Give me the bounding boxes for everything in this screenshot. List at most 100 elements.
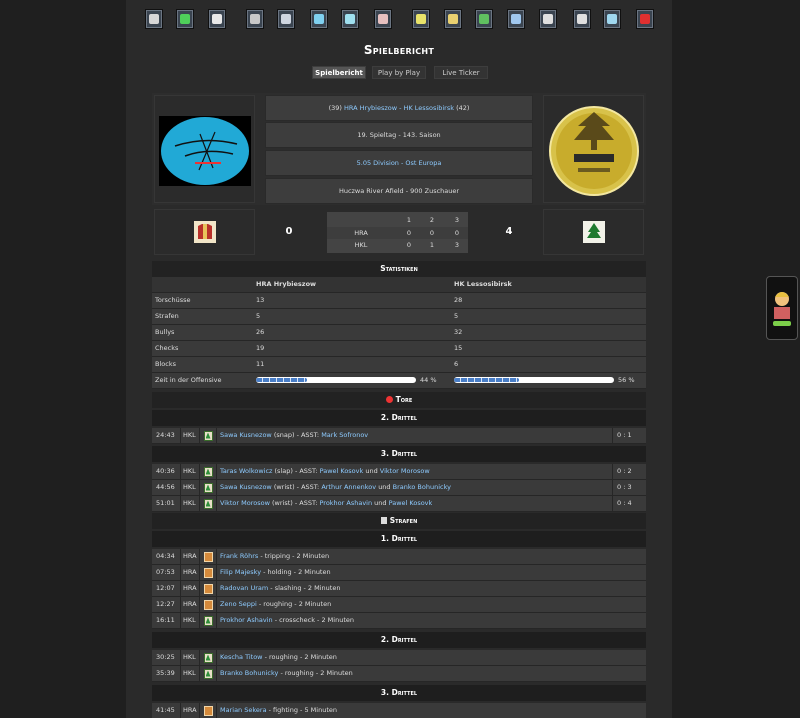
office-icon-glyph	[448, 14, 458, 24]
penalty-team: HRA	[183, 568, 197, 576]
division-link[interactable]: 5.05 Division - Ost Europa	[265, 150, 533, 176]
news-icon[interactable]	[573, 9, 591, 29]
goal-description: Viktor Morosow (wrist) - ASST: Prokhor A…	[220, 496, 432, 511]
stat-label: Strafen	[155, 312, 179, 320]
tab-play-by-play[interactable]: Play by Play	[372, 66, 426, 79]
home-rank: (39)	[328, 104, 342, 112]
transfer-icon-glyph	[345, 14, 355, 24]
player-link[interactable]: Marian Sekera	[220, 706, 267, 714]
list-icon[interactable]	[277, 9, 295, 29]
stats-icon[interactable]	[310, 9, 328, 29]
away-team-logo[interactable]	[543, 95, 644, 203]
home-jersey-cell[interactable]	[154, 209, 255, 255]
period-heading: 2. Drittel	[152, 410, 646, 426]
stats-row: Bullys 26 32	[152, 325, 646, 341]
player-link[interactable]: Filip Majesky	[220, 568, 261, 576]
goal-description: Sawa Kusnezow (snap) - ASST: Mark Sofron…	[220, 428, 368, 443]
goal-row: 44:56 HKL Sawa Kusnezow (wrist) - ASST: Ar…	[152, 480, 646, 496]
chat-icon[interactable]	[603, 9, 621, 29]
stats-row: Torschüsse 13 28	[152, 293, 646, 309]
goals-title-text: Tore	[395, 395, 413, 404]
matchup-row: (39) HRA Hrybieszow - HK Lessosibirsk (4…	[265, 95, 533, 121]
player-link[interactable]: Branko Bohunicky	[220, 669, 278, 677]
penalty-row: 16:11 HKL Prokhor Ashavin - crosscheck - 2…	[152, 613, 646, 629]
page-title: Spielbericht	[363, 43, 435, 57]
assist-link[interactable]: Arthur Annenkov	[321, 483, 376, 491]
matchup-link[interactable]: HRA Hrybieszow - HK Lessosibirsk	[344, 104, 454, 112]
office-icon[interactable]	[444, 9, 462, 29]
penalty-description: Filip Majesky - holding - 2 Minuten	[220, 565, 331, 580]
home-team-logo[interactable]	[154, 95, 255, 203]
exchange-icon[interactable]	[475, 9, 493, 29]
penalties-title-text: Strafen	[389, 516, 418, 525]
penalty-team: HKL	[183, 653, 196, 661]
stat-home-value: 13	[256, 296, 265, 304]
player-link[interactable]: Prokhor Ashavin	[220, 616, 273, 624]
penalty-team-icon	[202, 549, 214, 564]
logout-icon-glyph	[640, 14, 650, 24]
assist-link[interactable]: Branko Bohunicky	[393, 483, 451, 491]
penalty-time: 12:07	[156, 584, 175, 592]
penalty-team-icon	[202, 581, 214, 596]
stats-row: Strafen 5 5	[152, 309, 646, 325]
player-link[interactable]: Kescha Titow	[220, 653, 263, 661]
assist-link[interactable]: Viktor Morosow	[380, 467, 430, 475]
away-jersey-cell[interactable]	[543, 209, 644, 255]
scorer-link[interactable]: Sawa Kusnezow	[220, 483, 272, 491]
tab-spielbericht[interactable]: Spielbericht	[312, 66, 366, 79]
stat-away-value: 6	[454, 360, 459, 368]
stat-label: Checks	[155, 344, 179, 352]
training-icon[interactable]	[246, 9, 264, 29]
mail-icon-glyph	[543, 14, 553, 24]
period-row-team: HKL	[354, 241, 368, 249]
chat-widget[interactable]	[766, 276, 798, 340]
assist-link[interactable]: Pawel Kosovk	[389, 499, 433, 507]
goal-description: Sawa Kusnezow (wrist) - ASST: Arthur Ann…	[220, 480, 451, 495]
lineup-icon[interactable]	[208, 9, 226, 29]
penalty-detail: - tripping - 2 Minuten	[258, 552, 330, 560]
arena-icon[interactable]	[374, 9, 392, 29]
exchange-icon-glyph	[479, 14, 489, 24]
player-link[interactable]: Zeno Seppi	[220, 600, 257, 608]
home-score: 0	[285, 226, 293, 237]
player-link[interactable]: Radovan Uram	[220, 584, 268, 592]
tab-live-ticker[interactable]: Live Ticker	[434, 66, 488, 79]
report-tabs: Spielbericht Play by Play Live Ticker	[0, 66, 800, 79]
goal-result: 0 : 3	[612, 480, 646, 495]
logout-icon[interactable]	[636, 9, 654, 29]
news-icon-glyph	[577, 14, 587, 24]
home-icon-glyph	[149, 14, 159, 24]
penalty-detail: - roughing - 2 Minuten	[256, 600, 332, 608]
penalty-detail: - holding - 2 Minuten	[261, 568, 331, 576]
penalty-description: Prokhor Ashavin - crosscheck - 2 Minuten	[220, 613, 354, 628]
player-link[interactable]: Frank Röhrs	[220, 552, 258, 560]
penalty-time: 35:39	[156, 669, 175, 677]
goal-description: Taras Wolkowicz (slap) - ASST: Pawel Kos…	[220, 464, 430, 479]
goal-badge-icon	[202, 496, 214, 511]
goal-row: 51:01 HKL Viktor Morosow (wrist) - ASST: P…	[152, 496, 646, 512]
goal-team: HKL	[183, 431, 196, 439]
home-offense-bar	[256, 377, 416, 383]
list-icon-glyph	[281, 14, 291, 24]
chart-icon[interactable]	[507, 9, 525, 29]
assist-link[interactable]: Pawel Kosovk	[320, 467, 364, 475]
home-icon[interactable]	[145, 9, 163, 29]
transfer-icon[interactable]	[341, 9, 359, 29]
assist-link[interactable]: Mark Sofronov	[321, 431, 368, 439]
stat-away-value: 15	[454, 344, 463, 352]
offense-label: Zeit in der Offensive	[155, 376, 222, 384]
shirt-icon[interactable]	[176, 9, 194, 29]
scorer-link[interactable]: Sawa Kusnezow	[220, 431, 272, 439]
period-score: 0	[406, 241, 412, 249]
scorer-link[interactable]: Viktor Morosow	[220, 499, 270, 507]
goal-row: 24:43 HKL Sawa Kusnezow (snap) - ASST: Mar…	[152, 428, 646, 444]
mail-icon[interactable]	[539, 9, 557, 29]
stats-icon-glyph	[314, 14, 324, 24]
goal-result: 0 : 2	[612, 464, 646, 479]
penalty-row: 41:45 HRA Marian Sekera - fighting - 5 Min…	[152, 703, 646, 718]
assist-link[interactable]: Prokhor Ashavin	[319, 499, 372, 507]
penalty-team: HRA	[183, 552, 197, 560]
scorer-link[interactable]: Taras Wolkowicz	[220, 467, 272, 475]
trophy-icon[interactable]	[412, 9, 430, 29]
penalty-box-icon	[380, 517, 387, 524]
